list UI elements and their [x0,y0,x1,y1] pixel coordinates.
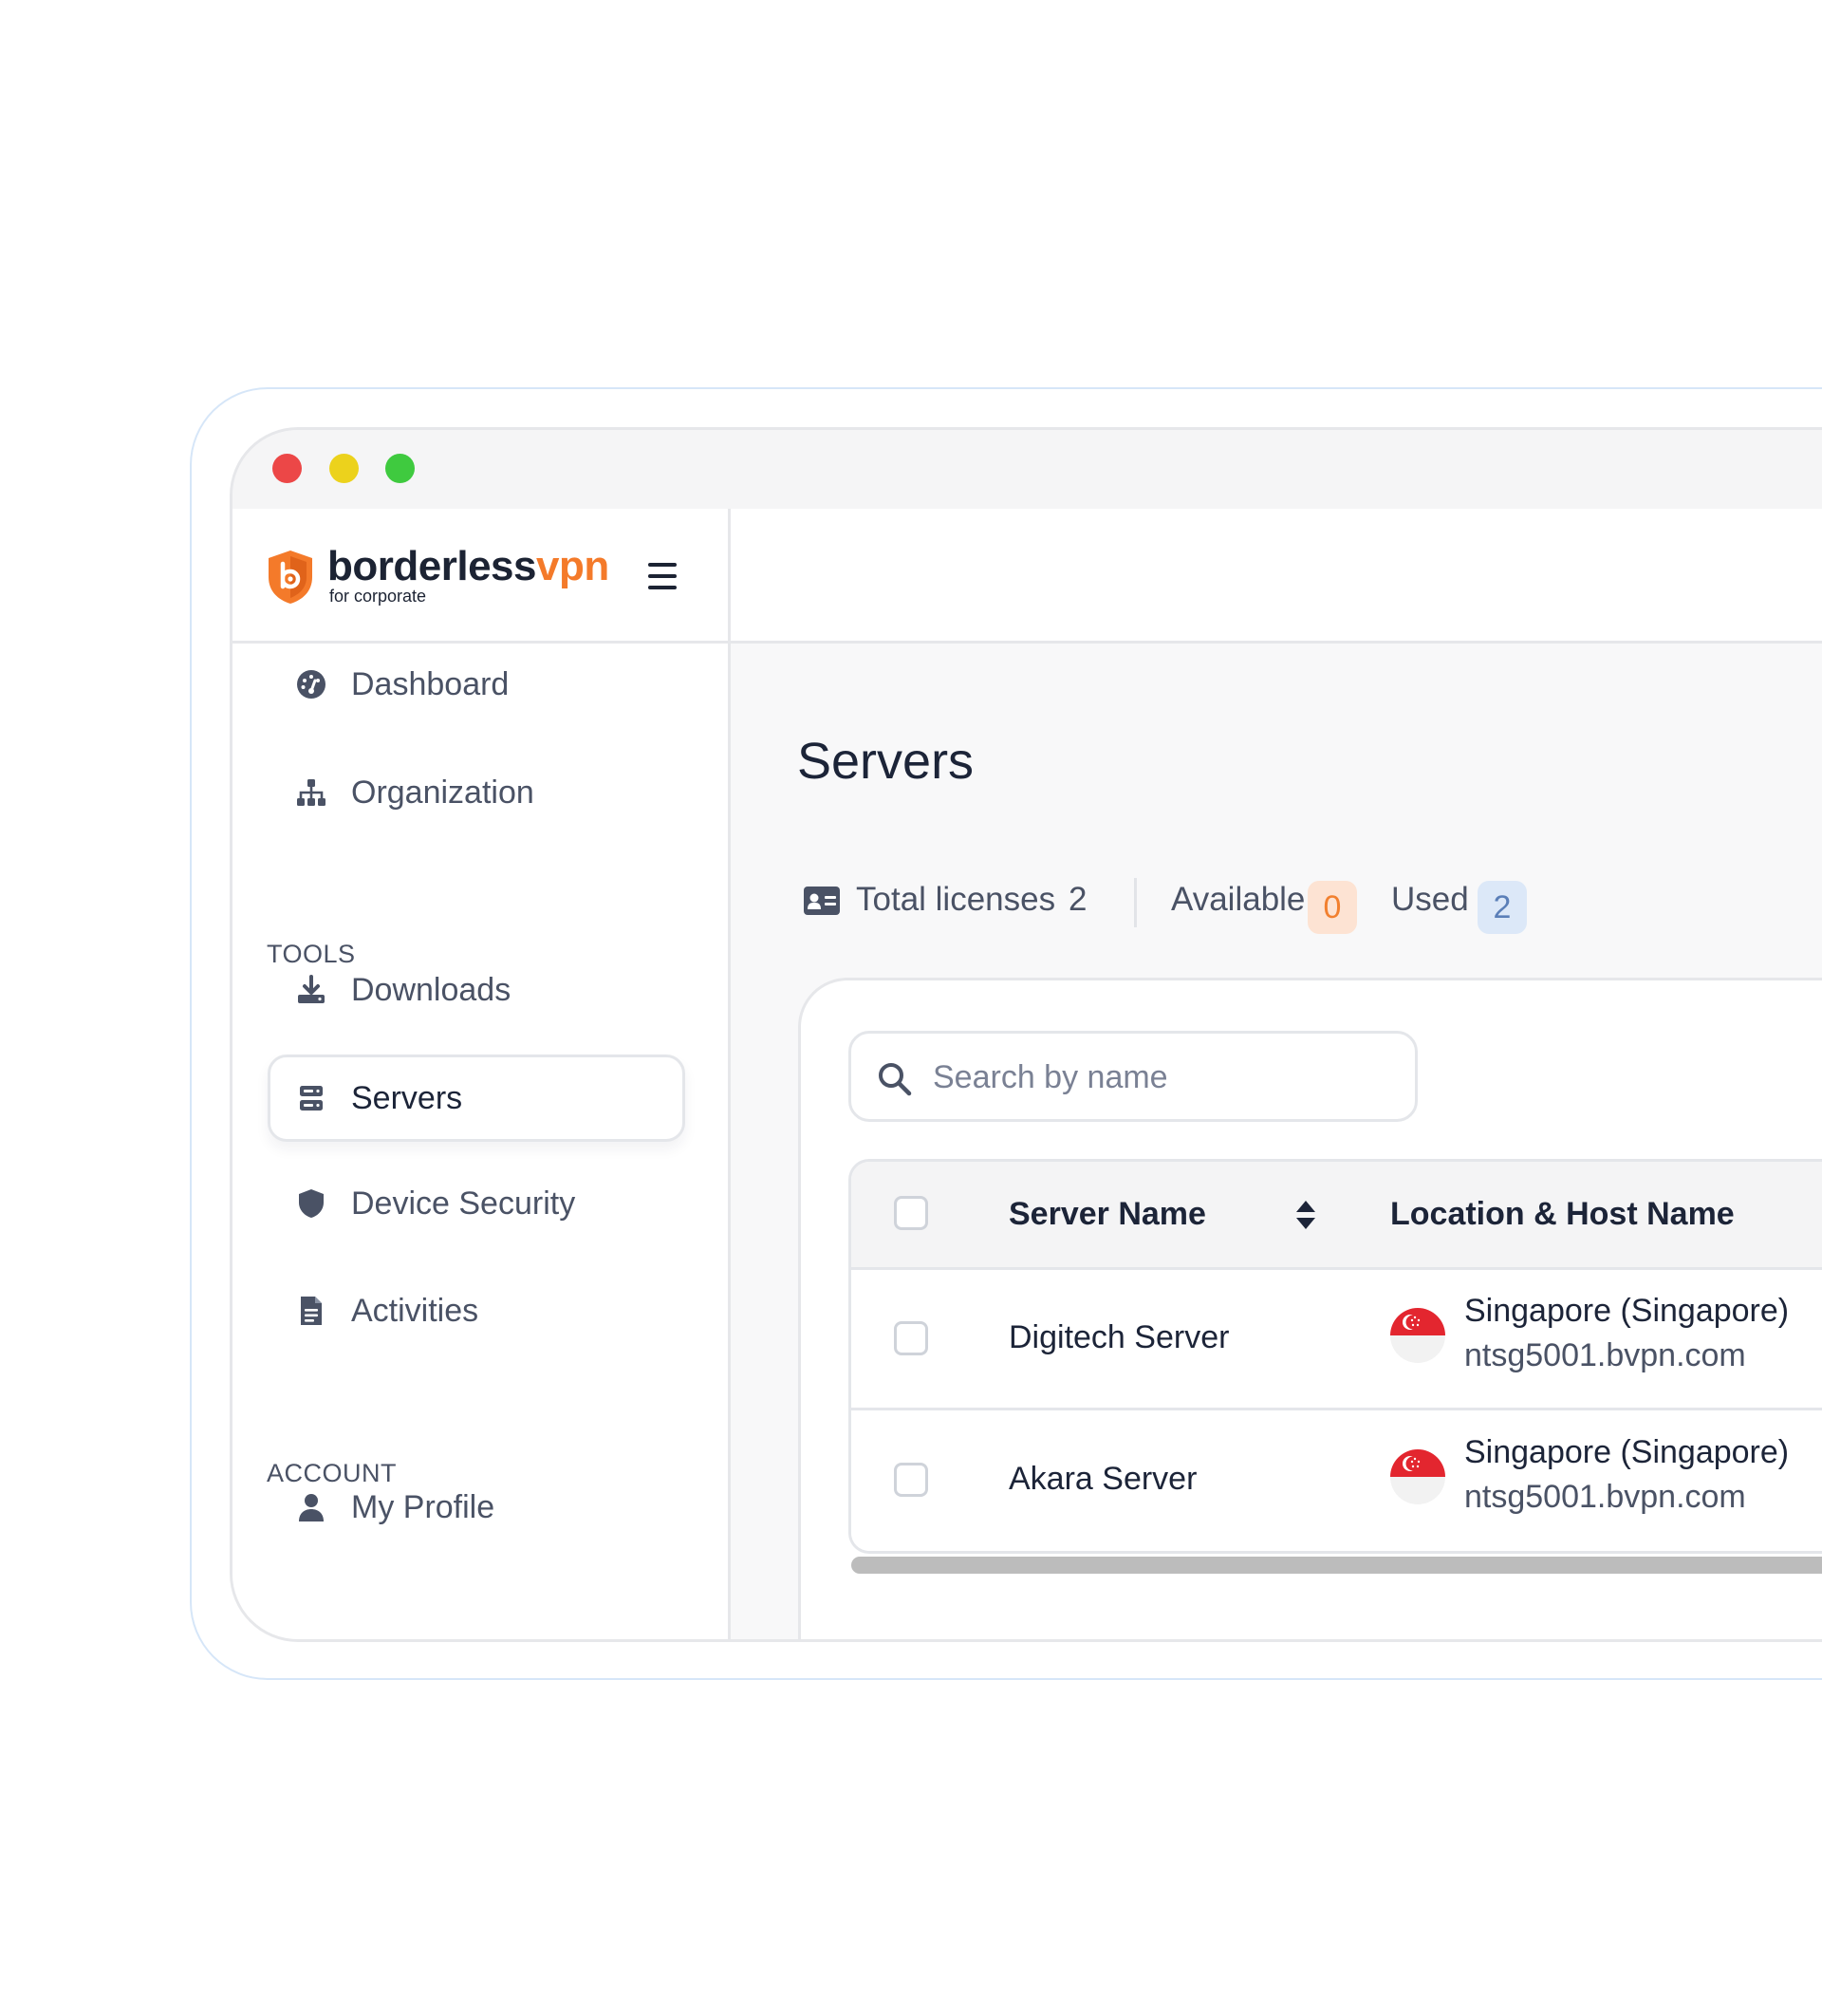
sidebar: borderlessvpn for corporate Dashboard Or… [232,509,731,1639]
select-all-checkbox[interactable] [894,1196,928,1230]
top-bar [731,509,1822,644]
sidebar-item-device-security[interactable]: Device Security [268,1160,685,1247]
window-titlebar [232,430,1822,509]
sidebar-item-downloads[interactable]: Downloads [268,946,685,1034]
sidebar-item-label: Device Security [351,1185,576,1222]
location-name: Singapore (Singapore) [1464,1293,1790,1329]
sitemap-icon [294,775,328,810]
sidebar-item-label: Servers [351,1079,463,1116]
brand-tagline: for corporate [329,587,427,606]
shield-icon [294,1186,328,1221]
host-name: ntsg5001.bvpn.com [1464,1337,1746,1373]
row-checkbox[interactable] [894,1321,928,1355]
search-input[interactable] [933,1053,1398,1102]
download-icon [294,973,328,1007]
server-name-cell: Digitech Server [1009,1319,1230,1355]
menu-toggle-icon[interactable] [648,563,679,589]
document-icon [294,1294,328,1328]
sort-icon[interactable] [1294,1198,1317,1232]
servers-table: Server Name Location & Host Name Digitec… [848,1159,1822,1554]
dashboard-gauge-icon [294,667,328,701]
sidebar-item-organization[interactable]: Organization [268,749,685,836]
sidebar-item-label: Organization [351,774,534,811]
sidebar-item-servers[interactable]: Servers [268,1055,685,1142]
server-name-cell: Akara Server [1009,1461,1198,1497]
available-count-badge: 0 [1308,881,1357,934]
sidebar-item-label: Downloads [351,971,511,1008]
search-box[interactable] [848,1031,1418,1122]
license-card-icon [804,887,840,915]
available-label: Available [1171,881,1306,918]
maximize-window-button[interactable] [385,454,415,483]
user-icon [294,1490,328,1524]
sidebar-item-label: Activities [351,1292,479,1329]
singapore-flag-icon [1390,1308,1445,1363]
search-icon [879,1063,912,1096]
horizontal-scrollbar[interactable] [851,1557,1822,1574]
used-label: Used [1391,881,1469,918]
page-title: Servers [797,733,975,790]
sidebar-item-my-profile[interactable]: My Profile [268,1464,685,1551]
brand-wordmark: borderlessvpn [327,543,609,589]
app-window: borderlessvpn for corporate Dashboard Or… [230,427,1822,1642]
singapore-flag-icon [1390,1449,1445,1504]
column-header-server-name[interactable]: Server Name [1009,1196,1206,1233]
sidebar-item-activities[interactable]: Activities [268,1267,685,1354]
close-window-button[interactable] [272,454,302,483]
stats-divider [1134,878,1137,927]
total-licenses-label: Total licenses [856,881,1056,918]
table-row[interactable]: Akara Server Singapore (Singapore) ntsg5… [851,1411,1822,1551]
shield-logo-icon [269,551,312,604]
server-icon [294,1081,328,1115]
row-checkbox[interactable] [894,1463,928,1497]
column-header-location-host[interactable]: Location & Host Name [1390,1196,1735,1233]
host-name: ntsg5001.bvpn.com [1464,1479,1746,1515]
sidebar-item-dashboard[interactable]: Dashboard [268,641,685,728]
total-licenses-value: 2 [1069,881,1088,918]
minimize-window-button[interactable] [329,454,359,483]
sidebar-item-label: My Profile [351,1488,495,1525]
brand-header: borderlessvpn for corporate [232,509,728,644]
sidebar-item-label: Dashboard [351,665,510,702]
location-name: Singapore (Singapore) [1464,1434,1790,1470]
table-row[interactable]: Digitech Server Singapore (Singapore) nt… [851,1270,1822,1410]
used-count-badge: 2 [1478,881,1527,934]
table-header: Server Name Location & Host Name [851,1162,1822,1270]
